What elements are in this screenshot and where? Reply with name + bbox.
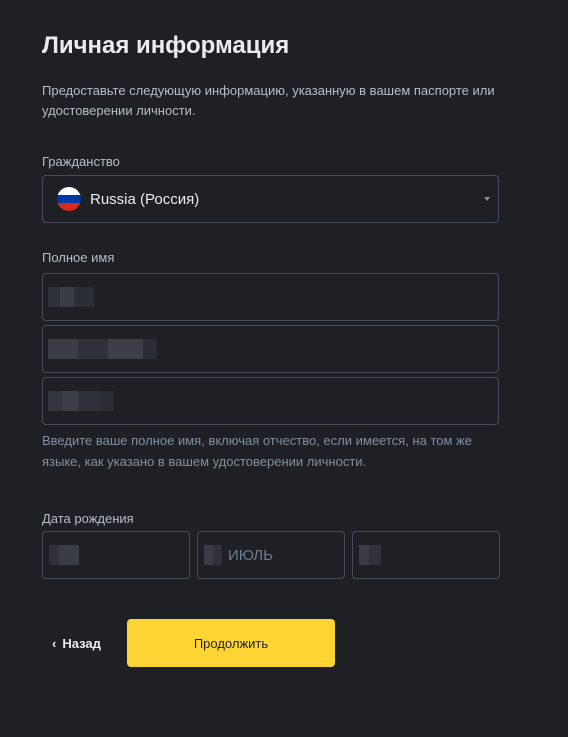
back-label: Назад [62,636,101,651]
middle-name-field[interactable] [42,377,499,425]
page-description: Предоставьте следующую информацию, указа… [42,83,495,118]
birth-month-select[interactable]: ИЮЛЬ [197,531,345,579]
redacted-value [48,391,114,411]
redacted-value [48,339,157,359]
birth-month-value: ИЮЛЬ [228,546,273,564]
birth-day-field[interactable] [42,531,190,579]
page-title: Личная информация [42,32,290,59]
first-name-field[interactable] [42,273,499,321]
redacted-value [204,545,222,565]
full-name-hint: Введите ваше полное имя, включая отчеств… [42,433,472,469]
citizenship-select[interactable]: Russia (Россия) [42,175,499,223]
chevron-left-icon: ‹ [52,636,57,651]
full-name-label: Полное имя [42,250,115,265]
continue-button[interactable]: Продолжить [127,619,335,667]
citizenship-value: Russia (Россия) [90,190,200,208]
redacted-value [48,287,94,307]
chevron-down-icon [484,197,490,201]
back-button[interactable]: ‹ Назад [52,636,101,651]
russia-flag-icon [57,187,81,211]
birth-year-field[interactable] [352,531,500,579]
redacted-value [359,545,381,565]
birth-date-label: Дата рождения [42,511,134,526]
last-name-field[interactable] [42,325,499,373]
citizenship-label: Гражданство [42,154,120,169]
redacted-value [49,545,79,565]
